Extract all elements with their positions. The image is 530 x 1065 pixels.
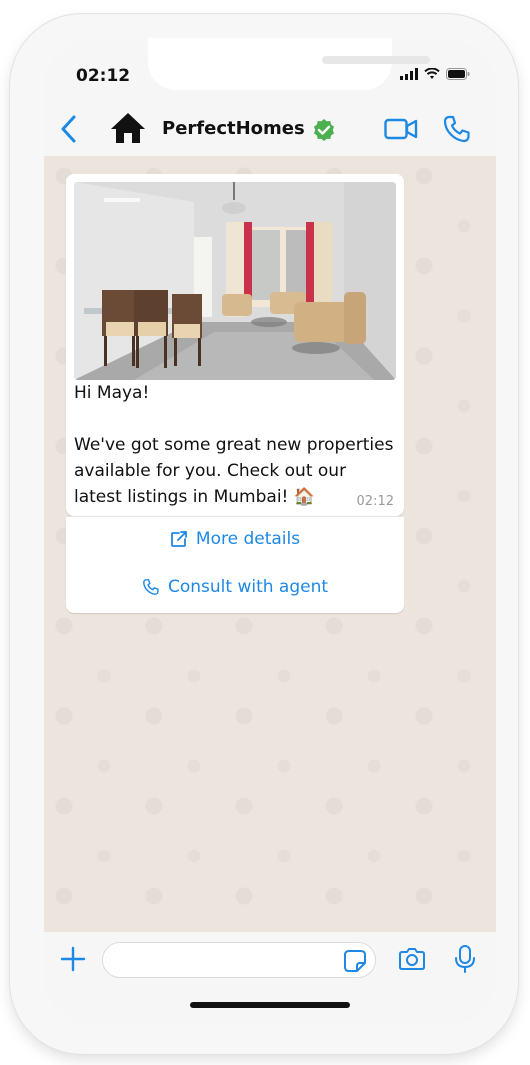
contact-name[interactable]: PerfectHomes: [162, 118, 305, 139]
message-time: 02:12: [356, 494, 394, 509]
home-icon[interactable]: [110, 112, 146, 144]
more-details-label: More details: [195, 529, 301, 549]
chat-area: Hi Maya! We've got some great new proper…: [44, 156, 496, 932]
status-time: 02:12: [76, 66, 131, 86]
phone-icon: [143, 579, 159, 595]
sticker-icon[interactable]: [343, 949, 367, 973]
wifi-icon: [424, 68, 440, 79]
composer-bar: [44, 932, 496, 1026]
living-room-photo[interactable]: [74, 182, 396, 380]
video-call-icon[interactable]: [384, 116, 418, 142]
chat-header: PerfectHomes: [44, 98, 496, 156]
external-link-icon: [171, 531, 187, 547]
message-actions: More details Consult with agent: [66, 517, 404, 613]
message-input-box: [102, 942, 376, 978]
mic-icon[interactable]: [454, 944, 476, 974]
phone-icon[interactable]: [442, 114, 472, 144]
message-text: Hi Maya! We've got some great new proper…: [74, 383, 394, 507]
plus-icon[interactable]: [60, 946, 86, 972]
message-input[interactable]: [103, 943, 361, 975]
battery-icon: [446, 68, 470, 80]
camera-icon[interactable]: [398, 946, 426, 972]
more-details-button[interactable]: More details: [66, 517, 404, 561]
message-bubble: Hi Maya! We've got some great new proper…: [66, 174, 404, 517]
consult-agent-button[interactable]: Consult with agent: [66, 565, 404, 609]
signal-icon: [400, 68, 418, 80]
status-bar: 02:12: [44, 38, 496, 98]
home-indicator: [190, 1002, 350, 1008]
phone-screen: 02:12 PerfectHomes Hi Maya! We've got so…: [44, 38, 496, 1026]
chevron-left-icon[interactable]: [54, 112, 84, 146]
verified-badge-icon: [314, 119, 334, 141]
consult-agent-label: Consult with agent: [167, 577, 329, 597]
status-icons: [400, 68, 470, 80]
